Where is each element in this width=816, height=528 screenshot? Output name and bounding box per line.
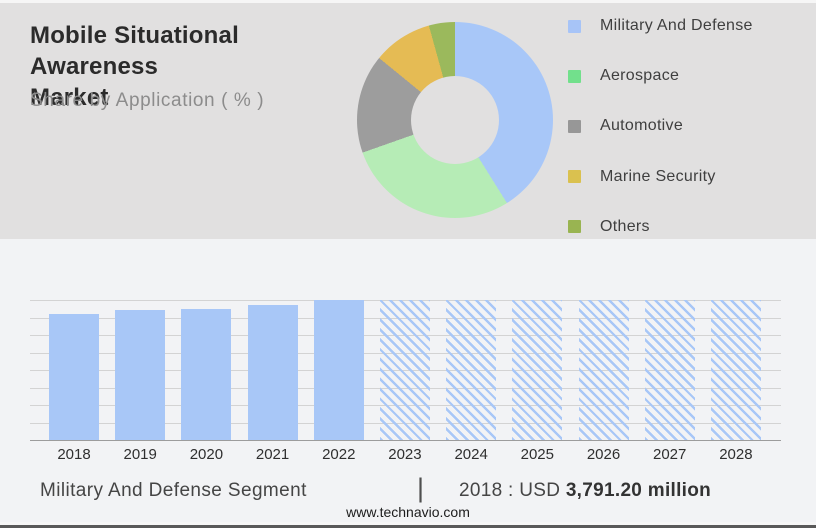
donut-hole: [411, 76, 499, 164]
bar-2027: [644, 300, 695, 440]
separator: |: [417, 473, 425, 503]
page-title-line1: Mobile Situational Awareness: [30, 22, 239, 80]
bar-slot: 2019: [115, 300, 166, 463]
bar-slot: 2028: [710, 300, 761, 463]
legend-label: Marine Security: [600, 167, 716, 185]
year-label: 2019: [123, 446, 157, 463]
bar-2022: [313, 300, 364, 440]
year-label: 2025: [520, 446, 554, 463]
bar-2028: [710, 300, 761, 440]
legend-item: Others: [568, 202, 753, 252]
bar-2019: [115, 310, 166, 440]
legend-swatch-icon: [568, 170, 581, 184]
bar-slot: 2022: [313, 300, 364, 463]
bar-slot: 2018: [49, 300, 99, 463]
page-subtitle: Share by Application ( % ): [30, 90, 265, 111]
bar-slot: 2026: [578, 300, 629, 463]
legend-item: Marine Security: [568, 152, 753, 202]
legend-item: Aerospace: [568, 51, 753, 101]
bar-2021: [247, 305, 298, 440]
bar-slot: 2023: [379, 300, 430, 463]
bar-slot: 2020: [181, 300, 232, 463]
legend-swatch-icon: [568, 220, 581, 234]
legend-item: Military And Defense: [568, 1, 753, 51]
legend-label: Automotive: [600, 117, 684, 135]
year-label: 2024: [454, 446, 488, 463]
top-edge: [0, 0, 816, 3]
bar-series: 2018 2019 2020 2021 2022 2023 2024 2025 2026 2027…: [49, 300, 761, 463]
bar-slot: 2024: [446, 300, 497, 463]
legend-swatch-icon: [568, 119, 581, 133]
website-link: www.technavio.com: [346, 504, 470, 520]
year-label: 2023: [388, 446, 422, 463]
infographic-page: Mobile Situational Awareness Market Shar…: [0, 0, 816, 528]
legend-label: Others: [600, 217, 650, 235]
bar-2020: [181, 309, 232, 440]
legend-item: Automotive: [568, 101, 753, 151]
market-value: 2018 : USD 3,791.20 million: [459, 480, 711, 502]
year-label: 2026: [586, 446, 621, 463]
bar-slot: 2027: [644, 300, 695, 463]
legend-label: Aerospace: [600, 67, 680, 85]
year-label: 2022: [322, 446, 356, 463]
bar-slot: 2021: [247, 300, 298, 463]
top-panel: Mobile Situational Awareness Market Shar…: [0, 0, 816, 239]
donut-chart: [357, 22, 553, 218]
legend-swatch-icon: [568, 69, 581, 83]
year-label: 2028: [719, 446, 753, 463]
bar-2018: [49, 314, 99, 440]
bar-2023: [379, 300, 430, 440]
pie-legend: Military And Defense Aerospace Automotive M…: [568, 1, 753, 252]
bar-2024: [446, 300, 497, 440]
year-label: 2021: [255, 446, 290, 463]
bar-slot: 2025: [512, 300, 563, 463]
year-label: 2018: [57, 446, 91, 463]
value-prefix: 2018 : USD: [459, 480, 566, 501]
legend-label: Military And Defense: [600, 17, 753, 35]
bar-2025: [512, 300, 563, 440]
legend-swatch-icon: [568, 19, 581, 33]
year-label: 2027: [653, 446, 687, 463]
bar-2026: [578, 300, 629, 440]
value-amount: 3,791.20 million: [565, 480, 712, 501]
year-label: 2020: [189, 446, 224, 463]
segment-label: Military And Defense Segment: [40, 480, 307, 501]
